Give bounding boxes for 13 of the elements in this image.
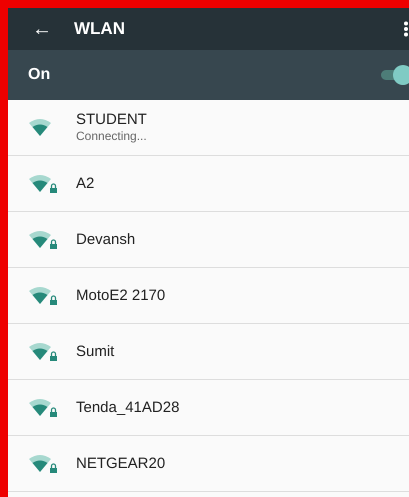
network-name: MotoE2 2170 <box>76 286 166 304</box>
network-name: NETGEAR20 <box>76 454 166 472</box>
more-options-icon[interactable] <box>403 21 409 37</box>
screen-title: WLAN <box>74 18 125 40</box>
network-status: Connecting... <box>76 129 147 144</box>
switch-label: On <box>28 65 50 85</box>
network-name: Devansh <box>76 230 136 248</box>
network-name: Sumit <box>76 342 114 360</box>
network-name: Tenda_41AD28 <box>76 398 180 416</box>
network-name: STUDENT <box>76 111 147 130</box>
wlan-toggle[interactable] <box>381 65 409 85</box>
network-name: A2 <box>76 174 94 192</box>
back-button[interactable]: ← <box>32 19 52 39</box>
